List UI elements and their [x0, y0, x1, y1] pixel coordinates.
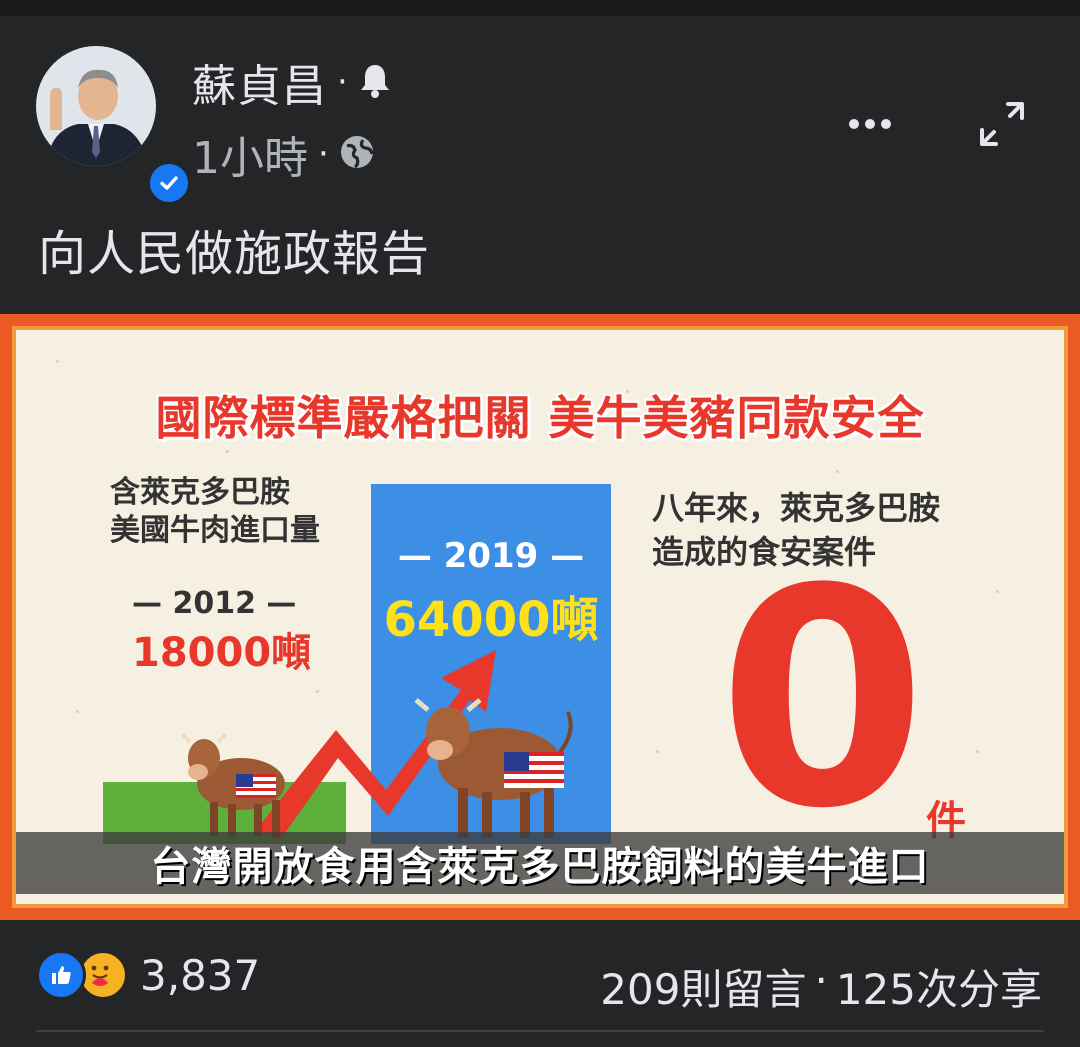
- post-image[interactable]: 國際標準嚴格把關 美牛美豬同款安全 含萊克多巴胺 美國牛肉進口量 — 2012 …: [0, 314, 1080, 920]
- divider: [36, 1030, 1044, 1032]
- video-subtitle: 台灣開放食用含萊克多巴胺飼料的美牛進口: [150, 844, 930, 890]
- verified-badge-icon: [146, 160, 192, 206]
- post-caption: 向人民做施政報告: [38, 226, 431, 282]
- post-meta: 1小時 ·: [192, 128, 375, 184]
- post-time[interactable]: 1小時: [192, 122, 308, 186]
- avatar[interactable]: [36, 46, 192, 206]
- label-line: 美國牛肉進口量: [110, 513, 320, 548]
- label-line: 含萊克多巴胺: [110, 475, 290, 510]
- large-cow-icon: [414, 698, 573, 838]
- separator-dot: ·: [337, 62, 348, 102]
- year-2012-label: — 2012 —: [132, 586, 297, 621]
- import-volume-label: 含萊克多巴胺 美國牛肉進口量: [110, 474, 320, 550]
- facebook-post: 蘇貞昌 · 1小時 · 向人民做施政報告 國際標準嚴格把關 美牛美豬同款安全 含…: [0, 16, 1080, 1047]
- post-header: 蘇貞昌 · 1小時 ·: [0, 16, 1080, 206]
- video-subtitle-bar: 台灣開放食用含萊克多巴胺飼料的美牛進口: [16, 832, 1064, 894]
- infographic-title: 國際標準嚴格把關 美牛美豬同款安全: [155, 391, 925, 445]
- reaction-count: 3,837: [140, 950, 261, 1000]
- small-cow-icon: [180, 732, 285, 836]
- like-reaction-icon: [36, 950, 86, 1000]
- infographic: 國際標準嚴格把關 美牛美豬同款安全 含萊克多巴胺 美國牛肉進口量 — 2012 …: [12, 326, 1068, 908]
- label-line: 八年來，萊克多巴胺: [652, 489, 941, 527]
- expand-icon[interactable]: [972, 94, 1032, 154]
- top-bar: [0, 0, 1080, 16]
- author-line: 蘇貞昌 ·: [192, 54, 392, 112]
- globe-icon: [339, 134, 375, 174]
- reactions-summary[interactable]: 3,837: [36, 950, 260, 1000]
- separator-dot: ·: [814, 956, 828, 1005]
- zero-cases-value: 0: [718, 525, 927, 874]
- post-stats: 3,837 209則留言 · 125次分享: [0, 936, 1080, 1016]
- separator-dot: ·: [318, 134, 329, 174]
- avatar-photo: [36, 46, 156, 166]
- year-2019-label: — 2019 —: [397, 536, 585, 576]
- shares-count[interactable]: 125次分享: [836, 956, 1042, 1017]
- author-name[interactable]: 蘇貞昌: [192, 50, 327, 114]
- notification-bell-icon[interactable]: [358, 61, 392, 103]
- engagement-summary: 209則留言 · 125次分享: [600, 956, 1042, 1017]
- comments-count[interactable]: 209則留言: [600, 956, 806, 1017]
- more-options-button[interactable]: [842, 102, 898, 146]
